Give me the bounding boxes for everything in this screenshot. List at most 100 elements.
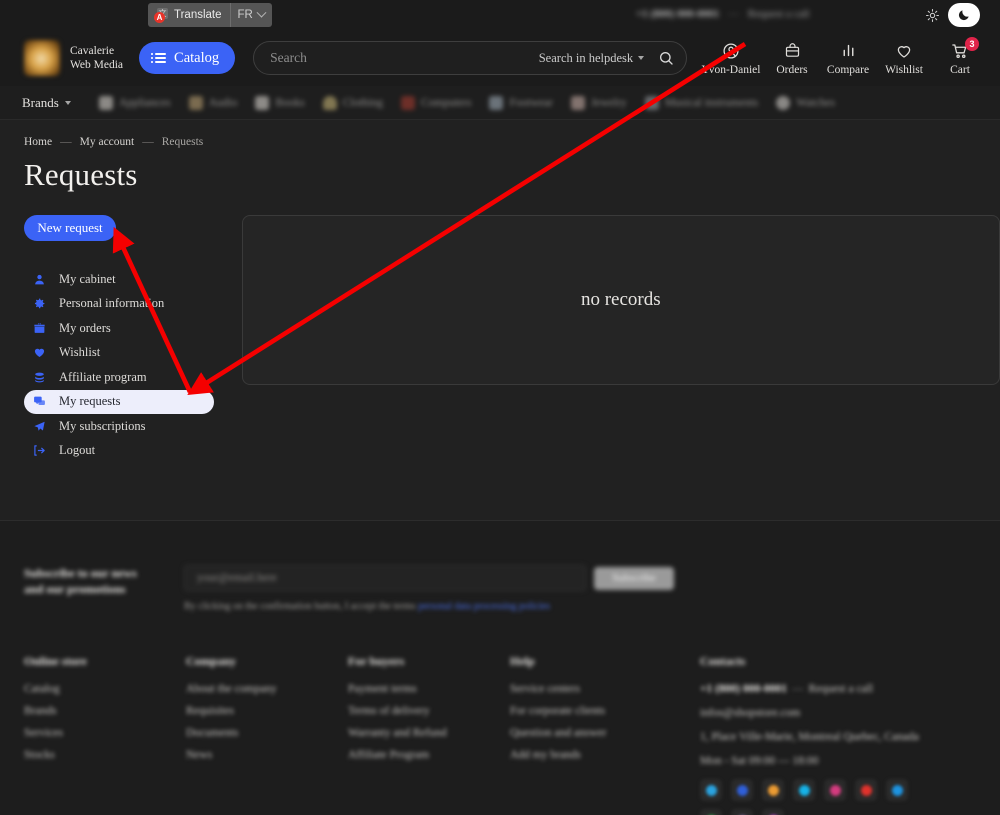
chevron-down-icon	[638, 56, 645, 60]
footer-link[interactable]: Affiliate Program	[348, 749, 510, 761]
footer-link[interactable]: About the company	[186, 683, 348, 695]
footer-link[interactable]: Documents	[186, 727, 348, 739]
subscribe-button[interactable]: Subscribe	[594, 566, 674, 590]
category-label: Books	[275, 96, 305, 109]
breadcrumb-separator: —	[142, 136, 154, 148]
category-item-watches[interactable]: Watches	[776, 95, 835, 110]
nav-brands-dropdown[interactable]: Brands	[22, 95, 71, 111]
header-action-compare[interactable]: Compare	[820, 41, 876, 76]
category-item-appliances[interactable]: Appliances	[98, 95, 171, 110]
topbar-request-call-link[interactable]: Request a call	[748, 8, 810, 20]
category-label: Jewelry	[590, 96, 627, 109]
sun-icon[interactable]	[920, 3, 944, 27]
heart-icon	[895, 41, 913, 61]
telegram-icon[interactable]	[700, 779, 722, 801]
sidebar-item-affiliate-program[interactable]: Affiliate program	[24, 365, 224, 389]
instagram-icon[interactable]	[824, 779, 846, 801]
footer-link[interactable]: Services	[24, 727, 186, 739]
subscribe-input-row: your@email.here Subscribe	[184, 565, 674, 591]
category-item-books[interactable]: Books	[255, 95, 305, 110]
footer-link[interactable]: Warranty and Refund	[348, 727, 510, 739]
sidebar-item-wishlist[interactable]: Wishlist	[24, 341, 224, 365]
footer-link[interactable]: Add my brands	[510, 749, 672, 761]
gear-icon	[32, 296, 47, 311]
coins-icon	[32, 370, 47, 385]
sidebar-item-my-subscriptions[interactable]: My subscriptions	[24, 414, 224, 438]
contacts-email[interactable]: infos@shopstore.com	[700, 707, 960, 719]
header-action-label: Compare	[826, 63, 870, 76]
search-scope-label: Search in helpdesk	[538, 50, 634, 65]
footer-link[interactable]: Question and answer	[510, 727, 672, 739]
account-sidebar: New request My cabinet Personal informat…	[24, 215, 224, 463]
facebook-icon[interactable]	[886, 779, 908, 801]
breadcrumb-item-my-account[interactable]: My account	[80, 136, 135, 148]
footer-link[interactable]: Brands	[24, 705, 186, 717]
subscribe-consent-text: By clicking on the confirmation button, …	[184, 601, 419, 612]
contacts-request-call-link[interactable]: Request a call	[809, 683, 874, 695]
footer-link[interactable]: Catalog	[24, 683, 186, 695]
footer-link[interactable]: Service centers	[510, 683, 672, 695]
subscribe-row: Subscribe to our news and our promotions…	[0, 521, 1000, 612]
privacy-policy-link[interactable]: personal data processing policies	[418, 601, 550, 612]
site-logo[interactable]: Cavalerie Web Media	[24, 40, 123, 76]
translate-widget-main[interactable]: 文 A Translate	[148, 3, 230, 27]
footer-column-for-buyers: For buyers Payment terms Terms of delive…	[348, 654, 510, 815]
viber-icon[interactable]	[731, 809, 753, 815]
contacts-phone[interactable]: +1 (800) 000-0001	[700, 683, 787, 695]
category-icon	[401, 95, 415, 110]
category-item-audio[interactable]: Audio	[188, 95, 237, 110]
category-nav: Brands Appliances Audio Books Clothing C…	[0, 86, 1000, 120]
footer-column-title: Company	[186, 654, 237, 668]
catalog-button-label: Catalog	[174, 49, 220, 66]
search-icon[interactable]	[658, 50, 674, 66]
translate-widget[interactable]: 文 A Translate FR	[148, 3, 272, 27]
youtube-icon[interactable]	[855, 779, 877, 801]
sidebar-item-my-requests[interactable]: My requests	[24, 389, 214, 414]
category-icon	[322, 95, 337, 110]
tiktok-icon[interactable]	[762, 809, 784, 815]
list-icon	[151, 52, 167, 64]
topbar-phone[interactable]: +1 (800) 000-0001	[636, 8, 719, 20]
footer-link[interactable]: News	[186, 749, 348, 761]
footer-link[interactable]: Terms of delivery	[348, 705, 510, 717]
header-action-label: Cart	[950, 63, 970, 76]
footer-link[interactable]: For corporate clients	[510, 705, 672, 717]
requests-panel: no records	[241, 215, 1000, 385]
odnoklassniki-icon[interactable]	[762, 779, 784, 801]
paper-plane-icon	[32, 419, 47, 434]
footer-link[interactable]: Requisites	[186, 705, 348, 717]
header-action-wishlist[interactable]: Wishlist	[876, 41, 932, 76]
header-action-cart[interactable]: 3 Cart	[932, 36, 988, 76]
sidebar-item-logout[interactable]: Logout	[24, 439, 224, 463]
search-bar[interactable]: Search Search in helpdesk	[253, 41, 688, 75]
subscribe-email-input[interactable]: your@email.here	[184, 565, 586, 591]
category-item-musical-instruments[interactable]: Musical instruments	[644, 95, 758, 110]
empty-state-message: no records	[580, 289, 661, 310]
header-action-account[interactable]: Yvon-Daniel	[698, 41, 764, 76]
breadcrumb-item-home[interactable]: Home	[24, 136, 52, 148]
category-item-clothing[interactable]: Clothing	[322, 95, 383, 110]
logout-icon	[32, 443, 47, 458]
theme-toggle[interactable]	[920, 3, 980, 27]
sidebar-item-my-orders[interactable]: My orders	[24, 316, 224, 340]
footer-link[interactable]: Payment terms	[348, 683, 510, 695]
category-item-computers[interactable]: Computers	[401, 95, 472, 110]
header-action-orders[interactable]: Orders	[764, 41, 820, 76]
twitter-icon[interactable]	[793, 779, 815, 801]
sidebar-item-personal-information[interactable]: Personal information	[24, 292, 224, 316]
vk-icon[interactable]	[731, 779, 753, 801]
moon-icon[interactable]	[948, 3, 980, 27]
whatsapp-icon[interactable]	[700, 809, 722, 815]
translate-language-select[interactable]: FR	[229, 3, 272, 27]
footer-columns: Online store Catalog Brands Services Sto…	[0, 612, 1000, 815]
search-input[interactable]: Search	[270, 50, 539, 66]
sidebar-item-my-cabinet[interactable]: My cabinet	[24, 267, 224, 291]
category-label: Computers	[421, 96, 472, 109]
search-scope-dropdown[interactable]: Search in helpdesk	[538, 50, 645, 66]
category-item-footwear[interactable]: Footwear	[489, 95, 553, 110]
footer-link[interactable]: Stocks	[24, 749, 186, 761]
catalog-button[interactable]: Catalog	[139, 42, 236, 74]
new-request-button[interactable]: New request	[24, 215, 116, 241]
cart-count-badge: 3	[965, 36, 979, 51]
category-item-jewelry[interactable]: Jewelry	[570, 95, 627, 110]
